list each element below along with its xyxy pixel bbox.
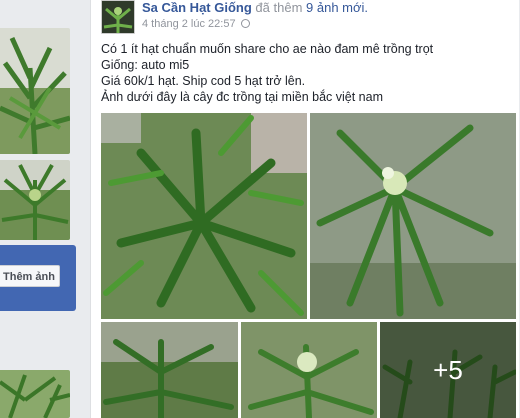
post-photo-5[interactable]: +5 [380, 322, 516, 418]
post-photo-4[interactable] [241, 322, 377, 418]
more-photos-overlay[interactable]: +5 [380, 322, 516, 418]
post-timestamp[interactable]: 4 tháng 2 lúc 22:57 [142, 18, 236, 30]
post-text-line: Có 1 ít hạt chuẩn muốn share cho ae nào … [101, 42, 434, 56]
left-photo-2[interactable] [0, 160, 70, 240]
post-photo-1[interactable] [101, 113, 307, 319]
author-avatar[interactable] [101, 0, 135, 34]
photo-count-link[interactable]: 9 ảnh mới. [306, 0, 368, 15]
add-photo-card: Thêm ảnh [0, 245, 76, 311]
author-name[interactable]: Sa Cần Hạt Giống [142, 0, 252, 15]
post-text-line: Ảnh dưới đây là cây đc trồng tại miền bắ… [101, 90, 383, 104]
add-photo-button[interactable]: Thêm ảnh [0, 265, 60, 287]
post-text-line: Giá 60k/1 hạt. Ship cod 5 hạt trở lên. [101, 74, 306, 88]
post-photo-2[interactable] [310, 113, 516, 319]
left-column: Thêm ảnh [0, 0, 78, 418]
post-photo-3[interactable] [101, 322, 238, 418]
left-photo-3[interactable] [0, 370, 70, 418]
left-photo-1[interactable] [0, 28, 70, 154]
post-action: đã thêm [255, 0, 303, 15]
post-text-line: Giống: auto mi5 [101, 58, 190, 72]
post-text: Có 1 ít hạt chuẩn muốn share cho ae nào … [101, 41, 511, 105]
post-header: Sa Cần Hạt Giống đã thêm 9 ảnh mới. [142, 0, 368, 15]
post-meta: 4 tháng 2 lúc 22:57 [142, 18, 250, 30]
post-card: Sa Cần Hạt Giống đã thêm 9 ảnh mới. 4 th… [90, 0, 519, 418]
globe-icon[interactable] [240, 19, 250, 28]
